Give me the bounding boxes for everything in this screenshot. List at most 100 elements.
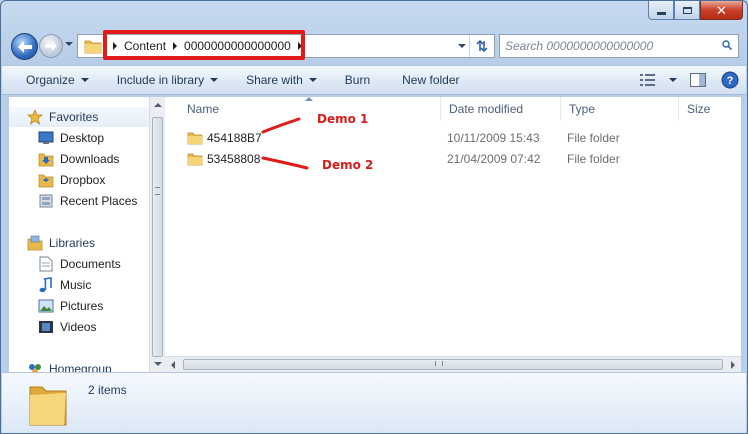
nav-dropbox[interactable]: Dropbox (38, 170, 105, 190)
breadcrumb-item-current[interactable]: 0000000000000000 (184, 39, 291, 53)
view-options-dropdown[interactable] (664, 66, 682, 94)
nav-pictures[interactable]: Pictures (38, 296, 103, 316)
scroll-thumb[interactable] (183, 359, 723, 370)
refresh-button[interactable] (469, 35, 494, 57)
toolbar-right: ? (632, 66, 746, 94)
share-with-label: Share with (246, 73, 303, 87)
file-list-scrollbar[interactable] (165, 356, 741, 372)
new-folder-button[interactable]: New folder (380, 66, 469, 94)
item-count: 2 items (88, 383, 127, 397)
star-icon (27, 109, 43, 125)
annotation-demo-2: Demo 2 (322, 158, 374, 172)
scroll-grip-icon (155, 187, 160, 195)
help-icon: ? (721, 71, 739, 89)
maximize-button[interactable] (674, 1, 700, 20)
breadcrumb-chevron-icon[interactable] (113, 42, 117, 50)
command-bar: Organize Include in library Share with B… (2, 65, 746, 95)
help-button[interactable]: ? (714, 66, 746, 94)
details-view-icon (640, 74, 655, 86)
address-dropdown[interactable] (458, 44, 466, 48)
navigation-bar: Content 0000000000000000 (9, 31, 739, 61)
homegroup-icon (27, 361, 43, 372)
folder-icon (84, 40, 102, 54)
column-header-type-label: Type (569, 102, 596, 116)
recent-places-icon (38, 193, 54, 209)
close-icon: ✕ (716, 2, 727, 18)
search-input[interactable] (505, 36, 715, 56)
nav-pictures-label: Pictures (60, 299, 104, 313)
recent-pages-dropdown[interactable] (65, 42, 73, 46)
videos-icon (38, 319, 54, 335)
breadcrumb-chevron-icon[interactable] (173, 42, 178, 50)
nav-documents-label: Documents (60, 257, 121, 271)
nav-favorites[interactable]: Favorites (9, 107, 149, 127)
column-header-size[interactable]: Size (679, 97, 741, 121)
burn-label: Burn (344, 73, 371, 87)
close-button[interactable]: ✕ (700, 1, 743, 20)
nav-documents[interactable]: Documents (38, 254, 121, 274)
desktop-icon (38, 130, 54, 146)
forward-arrow-icon (45, 41, 57, 51)
include-in-library-label: Include in library (116, 73, 205, 87)
organize-button[interactable]: Organize (2, 66, 99, 94)
scroll-thumb[interactable] (152, 117, 163, 357)
nav-videos[interactable]: Videos (38, 317, 96, 337)
breadcrumb: Content 0000000000000000 (106, 35, 309, 57)
chevron-down-icon (308, 78, 317, 82)
details-pane: 2 items (2, 372, 746, 433)
navigation-pane-scrollbar[interactable] (149, 97, 165, 372)
share-with-button[interactable]: Share with (228, 66, 327, 94)
nav-homegroup-label: Homegroup (49, 362, 112, 372)
nav-homegroup[interactable]: Homegroup (27, 359, 112, 372)
file-type: File folder (567, 152, 620, 166)
organize-label: Organize (26, 73, 75, 87)
libraries-icon (27, 235, 43, 251)
nav-favorites-label: Favorites (49, 110, 99, 124)
maximize-icon (682, 6, 692, 14)
nav-dropbox-label: Dropbox (60, 173, 106, 187)
dropbox-icon (38, 172, 54, 188)
include-in-library-button[interactable]: Include in library (99, 66, 228, 94)
forward-button[interactable] (39, 34, 63, 58)
scroll-right-icon[interactable] (731, 361, 735, 369)
search-icon[interactable] (722, 40, 732, 50)
preview-pane-button[interactable] (682, 66, 714, 94)
annotation-demo-1: Demo 1 (317, 112, 369, 126)
refresh-icon (476, 39, 488, 53)
nav-music-label: Music (60, 278, 92, 292)
chevron-down-icon (669, 78, 677, 82)
back-button[interactable] (11, 33, 38, 60)
burn-button[interactable]: Burn (327, 66, 380, 94)
nav-music[interactable]: Music (38, 275, 91, 295)
search-box[interactable] (499, 34, 739, 58)
chevron-down-icon (210, 78, 219, 82)
caption-buttons: ✕ (648, 1, 743, 20)
breadcrumb-item-content[interactable]: Content (124, 39, 166, 53)
nav-downloads-label: Downloads (60, 152, 120, 166)
breadcrumb-chevron-icon[interactable] (297, 42, 302, 50)
nav-recent-places-label: Recent Places (60, 194, 138, 208)
explorer-window: ✕ Content 0000000000000000 Search 000000… (0, 0, 748, 434)
column-header-type[interactable]: Type (561, 97, 679, 121)
music-note-icon (38, 277, 54, 293)
nav-libraries[interactable]: Libraries (27, 233, 95, 253)
back-arrow-icon (17, 40, 32, 53)
svg-text:?: ? (727, 75, 734, 87)
nav-recent-places[interactable]: Recent Places (38, 191, 137, 211)
scroll-down-icon[interactable] (154, 362, 162, 366)
chevron-down-icon (80, 78, 89, 82)
history-buttons (11, 33, 73, 60)
nav-desktop[interactable]: Desktop (38, 128, 104, 148)
downloads-icon (38, 151, 54, 167)
scroll-left-icon[interactable] (171, 361, 175, 369)
minimize-button[interactable] (648, 1, 674, 20)
scroll-up-icon[interactable] (154, 103, 162, 107)
nav-videos-label: Videos (60, 320, 97, 334)
pictures-icon (38, 298, 54, 314)
scroll-grip-icon (435, 361, 443, 366)
nav-downloads[interactable]: Downloads (38, 149, 119, 169)
annotation-strokes (261, 117, 309, 170)
address-bar[interactable]: Content 0000000000000000 (77, 34, 495, 58)
documents-icon (38, 256, 54, 272)
change-view-button[interactable] (632, 66, 664, 94)
